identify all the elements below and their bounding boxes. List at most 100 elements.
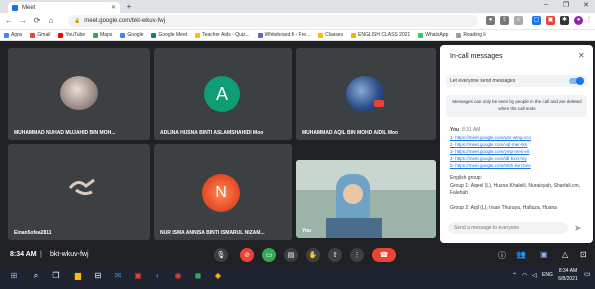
raise-hand-button[interactable]: ✋: [306, 248, 320, 262]
extension-icon[interactable]: ▢: [532, 16, 541, 25]
meeting-link[interactable]: 2- https://meet.google.com/vqf-mer-tkn: [450, 142, 527, 147]
bookmark-item[interactable]: Google Meet: [151, 32, 187, 38]
people-icon[interactable]: 👥: [516, 250, 526, 259]
windows-taskbar: [0, 265, 595, 289]
participant-name: NUR ISMA ANNISA BINTI ISMARUL NIZAM...: [160, 230, 265, 236]
puzzle-icon[interactable]: ✱: [560, 16, 569, 25]
tray-chevron-icon[interactable]: ⌃: [512, 272, 517, 279]
participant-name: MUHAMMAD AQIL BIN MOHD AIDIL Moo: [302, 130, 399, 136]
participant-name: Einan5ofea2811: [14, 230, 52, 236]
language-indicator[interactable]: ENG: [542, 272, 553, 278]
start-icon[interactable]: ⊞: [8, 270, 20, 282]
bookmark-item[interactable]: Whiteboard.fi - Fre...: [257, 32, 310, 38]
bookmark-item[interactable]: Google: [120, 32, 143, 38]
bookmark-item[interactable]: Apps: [4, 32, 22, 38]
profile-avatar[interactable]: ●: [574, 16, 583, 25]
search-icon[interactable]: ⌕: [30, 270, 42, 282]
info-icon[interactable]: ⓘ: [498, 250, 506, 261]
menu-icon[interactable]: ⋮: [585, 16, 593, 25]
participant-tile[interactable]: N NUR ISMA ANNISA BINTI ISMARUL NIZAM...: [154, 144, 292, 240]
participant-photo: [60, 76, 98, 110]
more-icon: ⋮: [353, 252, 361, 259]
clock-time[interactable]: 8:34 AM: [556, 268, 580, 274]
youtube-icon: [374, 100, 384, 107]
wifi-icon[interactable]: ◠: [522, 272, 527, 279]
minimize-icon[interactable]: –: [540, 1, 552, 8]
message-input[interactable]: Send a message to everyone: [448, 222, 568, 234]
captions-button[interactable]: ▤: [284, 248, 298, 262]
microphone-off-button[interactable]: ⊘: [240, 248, 254, 262]
present-icon: ⇧: [332, 252, 338, 259]
bookmark-item[interactable]: Gmail: [30, 32, 50, 38]
url-text: meet.google.com/bkt-wkuv-fwj: [84, 18, 165, 24]
captions-icon: ▤: [287, 252, 295, 259]
bookmark-item[interactable]: WhatsApp: [418, 32, 448, 38]
app-icon[interactable]: ◆: [212, 270, 224, 282]
store-icon[interactable]: ⊟: [92, 270, 104, 282]
participant-tile[interactable]: MUHAMMAD AQIL BIN MOHD AIDIL Moo: [296, 48, 436, 140]
group-heading: English group:: [450, 175, 482, 181]
meeting-link[interactable]: 4- https://meet.google.com/tdl-bxxt-hnj: [450, 156, 527, 161]
lock-icon: 🔒: [74, 18, 81, 24]
reload-icon[interactable]: ⟳: [32, 16, 42, 25]
notifications-icon[interactable]: ▭: [584, 270, 591, 278]
back-icon[interactable]: ←: [4, 16, 14, 25]
star-icon[interactable]: ☆: [514, 16, 523, 25]
bookmark-item[interactable]: Maps: [93, 32, 112, 38]
bookmark-item[interactable]: Classes: [318, 32, 343, 38]
bookmark-item[interactable]: ENGLISH CLASS 2021: [351, 32, 410, 38]
browser-tab[interactable]: Meet ✕: [8, 2, 120, 13]
microphone-off-icon: ⊘: [244, 252, 250, 259]
send-messages-toggle[interactable]: [569, 77, 584, 85]
participant-tile[interactable]: A ADLINA HUSNA BINTI ASLAMSHAHIDI Moo: [154, 48, 292, 140]
group-2-text: Group 2: Aqil (L), Irsan Thuraya, Hafiuz…: [450, 205, 557, 211]
activities-icon[interactable]: △: [562, 250, 568, 259]
meeting-time: 8:34 AM: [10, 251, 37, 258]
microphone-button[interactable]: 🎙: [214, 248, 228, 262]
meeting-link[interactable]: 3- https://meet.google.com/ymp-mes-eit: [450, 149, 529, 154]
in-call-messages-panel: In-call messages ✕ Let everyone send mes…: [440, 45, 593, 243]
close-tab-icon[interactable]: ✕: [111, 4, 116, 11]
camera-indicator-icon[interactable]: ●: [486, 16, 495, 25]
toggle-label: Let everyone send messages: [450, 78, 516, 84]
present-button[interactable]: ⇧: [328, 248, 342, 262]
group-1-text: Group 1: Aqeel (L), Husna Khaleili, Nura…: [450, 183, 581, 196]
new-tab-button[interactable]: +: [124, 2, 134, 12]
chat-icon[interactable]: ▣: [540, 250, 548, 259]
camera-button[interactable]: ▭: [262, 248, 276, 262]
volume-icon[interactable]: ◁: [532, 272, 537, 279]
send-icon[interactable]: ➤: [574, 223, 582, 234]
app-icon[interactable]: ◼: [192, 270, 204, 282]
lock-icon[interactable]: ⊡: [580, 250, 587, 259]
self-view-tile[interactable]: You: [296, 160, 436, 238]
microphone-icon: 🎙: [216, 252, 226, 259]
address-bar[interactable]: 🔒 meet.google.com/bkt-wkuv-fwj: [68, 15, 478, 27]
end-call-button[interactable]: ☎: [372, 248, 396, 262]
chrome-icon[interactable]: ◉: [172, 270, 184, 282]
clock-date[interactable]: 6/8/2021: [556, 276, 580, 282]
bookmark-item[interactable]: Teacher Aids - Quiz...: [195, 32, 250, 38]
extension-icon[interactable]: ▣: [546, 16, 555, 25]
meeting-link[interactable]: 1- https://meet.google.com/wsr-wtng-cco: [450, 135, 531, 140]
edge-icon[interactable]: ◐: [152, 270, 164, 282]
close-window-icon[interactable]: ✕: [580, 1, 592, 9]
participant-tile[interactable]: Einan5ofea2811: [8, 144, 150, 240]
home-icon[interactable]: ⌂: [46, 16, 56, 25]
meet-favicon-icon: [12, 4, 18, 11]
maximize-icon[interactable]: ❐: [560, 1, 572, 9]
participant-photo: [68, 178, 95, 196]
mail-icon[interactable]: ✉: [112, 270, 124, 282]
bookmark-item[interactable]: Reading li: [456, 32, 486, 38]
file-explorer-icon[interactable]: ▆: [72, 270, 84, 282]
hand-icon: ✋: [308, 252, 318, 259]
task-view-icon[interactable]: ❐: [50, 270, 62, 282]
forward-icon[interactable]: →: [18, 16, 28, 25]
more-options-button[interactable]: ⋮: [350, 248, 364, 262]
share-icon[interactable]: ⇪: [500, 16, 509, 25]
participant-name: MUHAMMAD NUHAD MUJAHID BIN MOH...: [14, 130, 116, 136]
meeting-link[interactable]: 5- https://meet.google.com/mbh-ksn-bne: [450, 163, 531, 168]
participant-tile[interactable]: MUHAMMAD NUHAD MUJAHID BIN MOH...: [8, 48, 150, 140]
app-icon[interactable]: ▣: [132, 270, 144, 282]
close-panel-icon[interactable]: ✕: [578, 51, 585, 60]
bookmark-item[interactable]: YouTube: [58, 32, 85, 38]
